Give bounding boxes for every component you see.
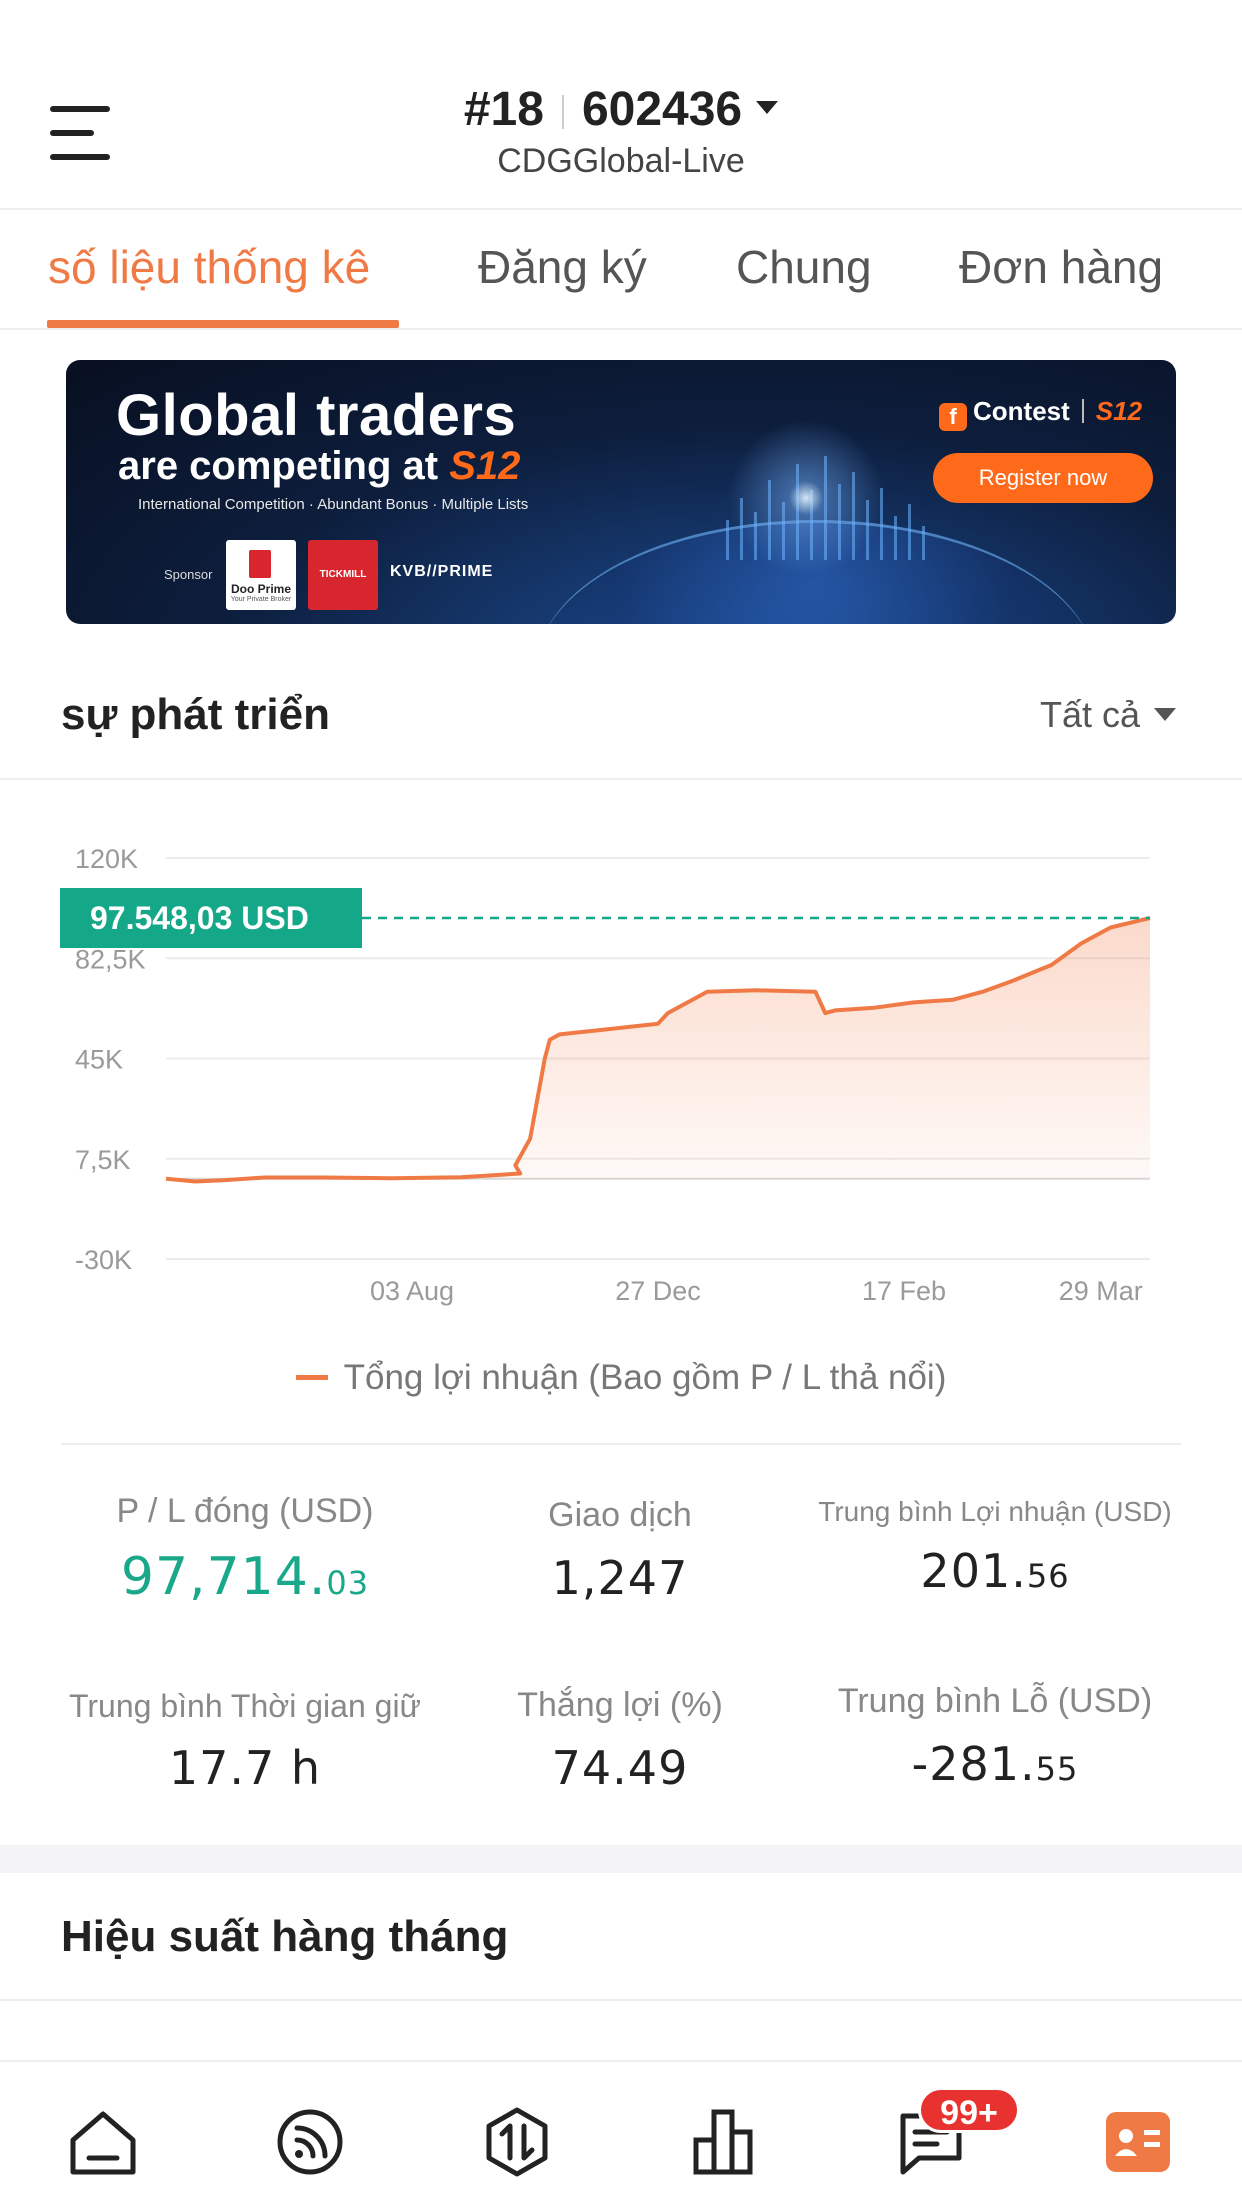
account-rank: #18 <box>463 83 544 136</box>
feed-icon[interactable] <box>270 2102 350 2182</box>
x-tick-label: 17 Feb <box>862 1276 946 1306</box>
banner-subtitle: International Competition · Abundant Bon… <box>138 496 529 513</box>
stat-avg-profit: Trung bình Lợi nhuận (USD) 201.56 <box>790 1496 1200 1598</box>
notification-badge: 99+ <box>918 2087 1020 2133</box>
stat-label: Trung bình Thời gian giữ <box>69 1688 421 1724</box>
stat-label: Trung bình Lỗ (USD) <box>837 1682 1153 1720</box>
tab-general[interactable]: Chung <box>736 240 872 294</box>
monthly-performance-title: Hiệu suất hàng tháng <box>61 1912 509 1961</box>
register-now-button[interactable]: Register now <box>933 453 1153 503</box>
active-tab-indicator <box>47 320 399 328</box>
home-icon[interactable] <box>63 2102 143 2182</box>
tab-subscribe[interactable]: Đăng ký <box>478 240 647 294</box>
contest-label: f Contest S12 <box>939 396 1142 431</box>
range-filter-dropdown[interactable]: Tất cả <box>1040 694 1177 736</box>
stat-label: P / L đóng (USD) <box>116 1492 374 1530</box>
stat-trades: Giao dịch 1,247 <box>460 1496 780 1605</box>
divider <box>61 1443 1181 1445</box>
account-selector[interactable]: #18 602436 <box>0 82 1242 137</box>
y-tick-label: 120K <box>75 844 138 874</box>
bottom-nav <box>0 2060 1242 2208</box>
stat-win-rate: Thắng lợi (%) 74.49 <box>460 1686 780 1795</box>
current-value-tag: 97.548,03 USD <box>90 900 309 936</box>
stat-label: Thắng lợi (%) <box>517 1686 723 1724</box>
growth-section-title: sự phát triển <box>61 690 331 739</box>
y-tick-label: 82,5K <box>75 944 146 974</box>
stat-value: 74.49 <box>551 1741 689 1795</box>
section-separator <box>0 1845 1242 1873</box>
chart-legend: Tổng lợi nhuận (Bao gồm P / L thả nổi) <box>0 1358 1242 1398</box>
tickmill-logo: TICKMILL <box>308 540 378 610</box>
legend-swatch <box>295 1375 328 1381</box>
stat-avg-hold-time: Trung bình Thời gian giữ 17.7 h <box>30 1688 460 1795</box>
stat-value: 201.56 <box>920 1544 1070 1598</box>
s12-logo: S12 <box>449 444 521 488</box>
x-tick-label: 27 Dec <box>615 1276 701 1306</box>
kvb-prime-logo: KVB//PRIME <box>390 563 494 580</box>
banner-title-line2: are competing at S12 <box>118 444 521 488</box>
server-name: CDGGlobal-Live <box>497 142 745 180</box>
sponsor-label: Sponsor <box>164 567 213 582</box>
divider <box>0 1999 1242 2001</box>
y-tick-label: 7,5K <box>75 1145 131 1175</box>
tab-bar: số liệu thống kê Đăng ký Chung Đơn hàng <box>0 210 1242 330</box>
light-flare <box>706 398 906 598</box>
contest-logo-icon: f <box>939 403 967 431</box>
app-header: #18 602436 CDGGlobal-Live <box>0 0 1242 210</box>
stat-closed-pl: P / L đóng (USD) 97,714.03 <box>30 1492 460 1607</box>
chevron-down-icon <box>756 100 779 114</box>
stat-value: -281.55 <box>911 1737 1079 1791</box>
x-tick-label: 29 Mar <box>1059 1276 1143 1306</box>
promo-banner[interactable]: Global traders are competing at S12 Inte… <box>66 360 1176 624</box>
stat-value: 17.7 h <box>168 1741 322 1795</box>
tab-orders[interactable]: Đơn hàng <box>959 240 1163 294</box>
y-tick-label: 45K <box>75 1045 123 1075</box>
stat-label: Trung bình Lợi nhuận (USD) <box>818 1496 1172 1527</box>
x-tick-label: 03 Aug <box>370 1276 454 1306</box>
growth-chart: 120K 82,5K 45K 7,5K -30K 03 Aug 27 Dec 17 Feb 2… <box>60 844 1151 1306</box>
chevron-down-icon <box>1154 707 1177 721</box>
stat-label: Giao dịch <box>548 1496 692 1534</box>
account-id: 602436 <box>581 83 743 136</box>
stat-value: 1,247 <box>551 1551 689 1605</box>
tab-statistics[interactable]: số liệu thống kê <box>48 240 370 294</box>
chart-icon[interactable] <box>684 2102 764 2182</box>
legend-label: Tổng lợi nhuận (Bao gồm P / L thả nổi) <box>343 1358 947 1397</box>
profile-icon[interactable] <box>1098 2102 1178 2182</box>
doo-prime-logo: Doo Prime Your Private Broker <box>226 540 296 610</box>
stat-avg-loss: Trung bình Lỗ (USD) -281.55 <box>790 1682 1200 1791</box>
y-tick-label: -30K <box>75 1245 132 1275</box>
trade-icon[interactable] <box>477 2102 557 2182</box>
stat-value: 97,714.03 <box>120 1547 370 1607</box>
banner-title: Global traders <box>116 383 517 448</box>
